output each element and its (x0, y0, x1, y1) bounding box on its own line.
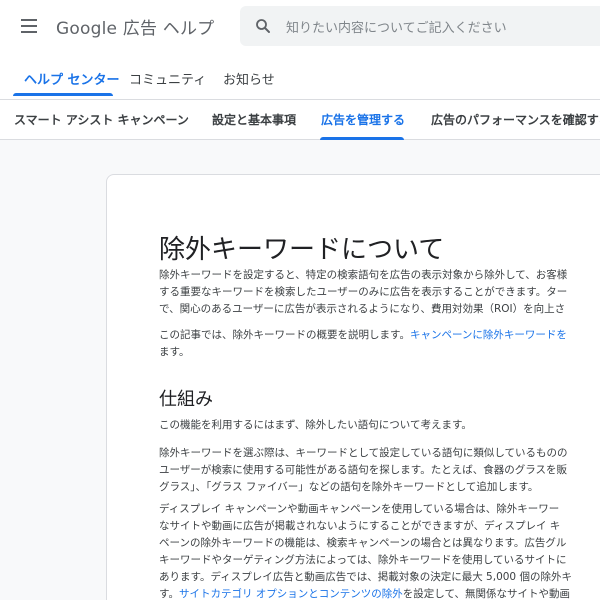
subtab-smart-assist-campaign[interactable]: スマート アシスト キャンペーン (14, 111, 189, 128)
subtab-setup-basics[interactable]: 設定と基本事項 (212, 111, 296, 128)
search-input[interactable]: 知りたい内容についてご記入ください (286, 17, 507, 36)
article-title: 除外キーワードについて (159, 235, 445, 265)
top-app-bar: Google 広告 ヘルプ 知りたい内容についてご記入ください (0, 0, 600, 52)
summary-paragraph: この記事では、除外キーワードの概要を説明します。キャンペーンに除外キーワードを … (159, 327, 567, 361)
section-intro: この機能を利用するにはまず、除外したい語句について考えます。 (159, 417, 472, 434)
add-negative-keywords-link[interactable]: キャンペーンに除外キーワードを (410, 329, 567, 341)
article-card: 除外キーワードについて 除外キーワードを設定すると、特定の検索語句を広告の表示対… (106, 174, 600, 600)
intro-line: 除外キーワードを設定すると、特定の検索語句を広告の表示対象から除外して、お客様 (159, 269, 568, 281)
section-intro-line: この機能を利用するにはまず、除外したい語句について考えます。 (159, 419, 472, 431)
paragraph-line: グラス」、「グラス ファイバー」などの語句を除外キーワードとして追加します。 (159, 481, 539, 493)
paragraph-text: を設定して、無関係なサイトや動画 (402, 588, 570, 600)
active-tab-indicator (13, 93, 113, 96)
subtab-ad-performance[interactable]: 広告のパフォーマンスを確認する (431, 111, 600, 128)
tab-help-center[interactable]: ヘルプ センター (24, 69, 120, 88)
intro-line: する重要なキーワードを検索したユーザーのみに広告を表示することができます。ター (159, 286, 568, 298)
paragraph-line: ディスプレイ キャンペーンや動画キャンペーンを使用している場合は、除外キーワー (159, 503, 560, 515)
paragraph-line: ペーンの除外キーワードの機能は、検索キャンペーンの場合とは異なります。広告グル (159, 537, 567, 549)
tab-community[interactable]: コミュニティ (129, 69, 206, 88)
section-heading: 仕組み (159, 389, 213, 410)
intro-line: で、関心のあるユーザーに広告が表示されるようになり、費用対効果（ROI）を向上さ (159, 303, 566, 315)
main-menu-icon[interactable] (18, 15, 40, 37)
search-icon[interactable] (254, 17, 272, 35)
paragraph-line: ユーザーが検索に使用する可能性がある語句を探します。たとえば、食器のグラスを販 (159, 464, 568, 476)
intro-paragraph: 除外キーワードを設定すると、特定の検索語句を広告の表示対象から除外して、お客様 … (159, 267, 567, 318)
search-box[interactable]: 知りたい内容についてご記入ください (240, 6, 600, 46)
paragraph-text: す。 (159, 588, 179, 600)
active-subtab-indicator (320, 137, 404, 140)
paragraph-line: あります。ディスプレイ広告と動画広告では、掲載対象の決定に最大 5,000 個の… (159, 571, 572, 583)
subtab-manage-ads[interactable]: 広告を管理する (321, 111, 405, 128)
site-category-exclusion-link[interactable]: サイトカテゴリ オプションとコンテンツの除外 (179, 588, 403, 600)
category-nav: スマート アシスト キャンペーン 設定と基本事項 広告を管理する 広告のパフォー… (0, 100, 600, 140)
paragraph-line: 除外キーワードを選ぶ際は、キーワードとして設定している語句に類似しているものの (159, 447, 568, 459)
paragraph-2: 除外キーワードを選ぶ際は、キーワードとして設定している語句に類似しているものの … (159, 445, 568, 496)
paragraph-line: なサイトや動画に広告が掲載されないようにすることができますが、ディスプレイ キ (159, 520, 561, 532)
product-title[interactable]: Google 広告 ヘルプ (56, 14, 214, 39)
paragraph-3: ディスプレイ キャンペーンや動画キャンペーンを使用している場合は、除外キーワー … (159, 501, 572, 600)
tab-announcements[interactable]: お知らせ (223, 69, 275, 88)
paragraph-line: キーワードやターゲティング方法によっては、除外キーワードを使用しているサイトに (159, 554, 567, 566)
summary-line: ます。 (159, 346, 190, 358)
summary-text: この記事では、除外キーワードの概要を説明します。 (159, 329, 410, 341)
